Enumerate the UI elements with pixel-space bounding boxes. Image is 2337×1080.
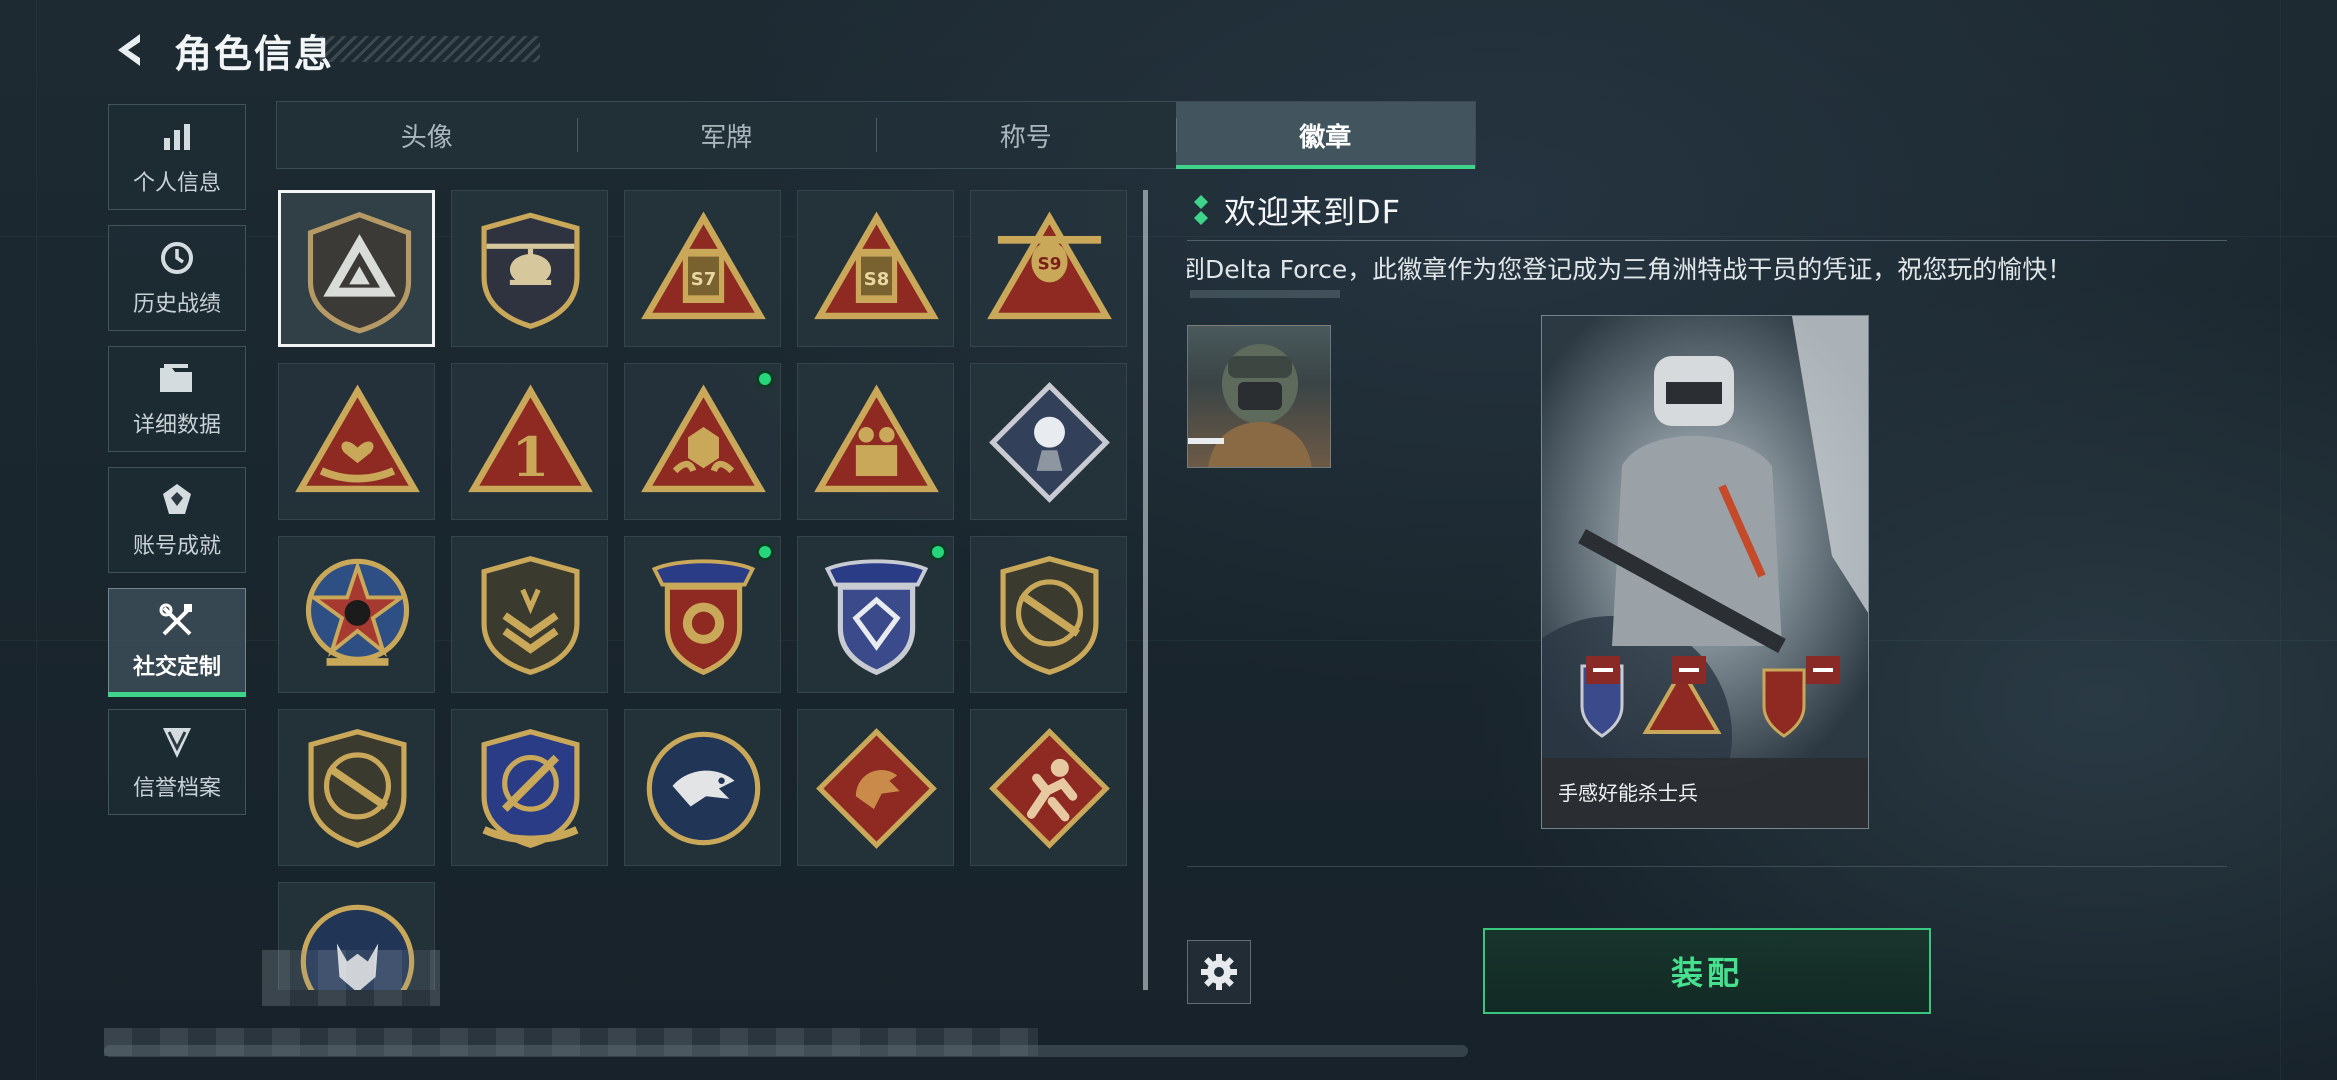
badge-cell[interactable] [797, 536, 954, 693]
badge-description-text: 来到Delta Force，此徽章作为您登记成为三角洲特战干员的凭证，祝您玩的愉… [1187, 255, 2073, 284]
sidebar-item-label: 详细数据 [132, 413, 221, 438]
avatar [1187, 325, 1331, 468]
header-bar: 角色信息 [108, 22, 334, 78]
folder-icon [157, 359, 197, 399]
badge-cell[interactable] [624, 709, 781, 866]
badge-cell[interactable] [970, 709, 1127, 866]
operator-card: 手感好能杀士兵 [1541, 315, 1869, 829]
badge-name: 欢迎来到DF [1224, 193, 1402, 231]
badge-cell[interactable] [970, 536, 1127, 693]
crosshair-shield-badge-icon [481, 729, 580, 848]
sidebar-item-label: 社交定制 [132, 655, 221, 680]
delta-shield-badge-icon [307, 211, 412, 334]
badge-description: 来到Delta Force，此徽章作为您登记成为三角洲特战干员的凭证，祝您玩的愉… [1187, 250, 2227, 284]
sidebar-item-achievements[interactable]: 账号成就 [108, 467, 246, 573]
badge-cell[interactable] [451, 190, 608, 347]
sidebar-item-details[interactable]: 详细数据 [108, 346, 246, 452]
badge-cell[interactable] [797, 363, 954, 520]
title-decoration [320, 36, 540, 62]
badge-label: S7 [691, 269, 717, 290]
back-button[interactable] [108, 28, 152, 72]
diamond-marker-icon [1194, 195, 1208, 225]
clock-history-icon [157, 238, 197, 278]
sidebar-item-label: 信誉档案 [132, 776, 221, 801]
tab-bar: 头像 军牌 称号 徽章 [276, 101, 1476, 169]
heart-hands-badge-icon [295, 384, 420, 493]
helicopter-shield-badge-icon [481, 212, 580, 329]
badge-cell[interactable] [278, 363, 435, 520]
back-arrow-icon [118, 34, 140, 66]
badge-label: 1 [512, 425, 550, 489]
badge-cell[interactable] [278, 536, 435, 693]
s7-triangle-badge-icon: S7 [641, 211, 766, 320]
runner-diamond-badge-icon [989, 728, 1110, 849]
red-star-shield-badge-icon [651, 559, 756, 676]
badge-detail-header: 欢迎来到DF [1192, 190, 1402, 231]
privacy-blur [262, 950, 440, 1006]
blue-gem-shield-badge-icon [824, 559, 929, 676]
eagle-round-badge-icon [646, 731, 761, 846]
badge-cell[interactable]: 1 [451, 363, 608, 520]
dice-hands-badge-icon [641, 384, 766, 493]
divider [1187, 866, 2227, 867]
bar-chart-icon [157, 117, 197, 157]
badge-cell[interactable] [624, 536, 781, 693]
achievement-icon [157, 480, 197, 520]
tab-title[interactable]: 称号 [876, 102, 1176, 168]
badge-label: S8 [864, 269, 890, 290]
sidebar-item-social[interactable]: 社交定制 [108, 588, 246, 697]
blurred-acquired-date [1190, 290, 1340, 298]
badge-cell[interactable] [970, 363, 1127, 520]
star-skull-badge-icon [305, 558, 410, 666]
soldier-portrait-icon [1188, 344, 1312, 467]
badge-cell[interactable]: S9 [970, 190, 1127, 347]
operator-name: 手感好能杀士兵 [1558, 781, 1698, 805]
sidebar-item-credit[interactable]: 信誉档案 [108, 709, 246, 815]
badge-grid-scrollbar-thumb[interactable] [1143, 190, 1148, 990]
number-one-badge-icon: 1 [468, 384, 593, 493]
badge-grid: S7 S8 S9 1 [278, 190, 1138, 990]
sidebar-item-history[interactable]: 历史战绩 [108, 225, 246, 331]
rifle-shield-badge-icon [308, 729, 407, 848]
rose-diamond-badge-icon [989, 382, 1110, 503]
badge-cell[interactable] [451, 709, 608, 866]
divider [1187, 240, 2227, 241]
badge-label: S9 [1038, 254, 1062, 274]
gear-icon [1201, 954, 1237, 990]
new-indicator-dot [756, 543, 774, 561]
sidebar-item-label: 历史战绩 [132, 292, 221, 317]
tab-avatar[interactable]: 头像 [277, 102, 577, 168]
sidebar-item-profile[interactable]: 个人信息 [108, 104, 246, 210]
badge-cell[interactable]: S7 [624, 190, 781, 347]
sidebar-item-label: 个人信息 [132, 171, 221, 196]
dragon-diamond-badge-icon [816, 728, 937, 849]
sidebar-item-label: 账号成就 [132, 534, 221, 559]
s9-triangle-badge-icon: S9 [987, 211, 1112, 320]
badge-cell[interactable] [624, 363, 781, 520]
rifle-shield-badge-icon [1000, 556, 1099, 675]
equipped-badges-preview [1580, 656, 1840, 738]
credit-shield-icon [157, 722, 197, 762]
settings-button[interactable] [1187, 940, 1251, 1004]
badge-cell[interactable]: S8 [797, 190, 954, 347]
s8-triangle-badge-icon: S8 [814, 211, 939, 320]
badge-cell[interactable] [278, 709, 435, 866]
tools-icon [157, 601, 197, 641]
tab-dogtag[interactable]: 军牌 [576, 102, 877, 168]
chevron-shield-badge-icon [481, 556, 580, 675]
equip-button[interactable]: 装配 [1483, 928, 1931, 1014]
soldiers-triangle-badge-icon [814, 384, 939, 493]
badge-cell[interactable] [451, 536, 608, 693]
page-title: 角色信息 [174, 31, 335, 76]
tab-badge[interactable]: 徽章 [1175, 102, 1475, 169]
badge-cell[interactable] [797, 709, 954, 866]
badge-cell[interactable] [278, 190, 435, 347]
new-indicator-dot [756, 370, 774, 388]
new-indicator-dot [929, 543, 947, 561]
sidebar: 个人信息 历史战绩 详细数据 账号成就 社交定制 信誉档案 [108, 104, 246, 830]
